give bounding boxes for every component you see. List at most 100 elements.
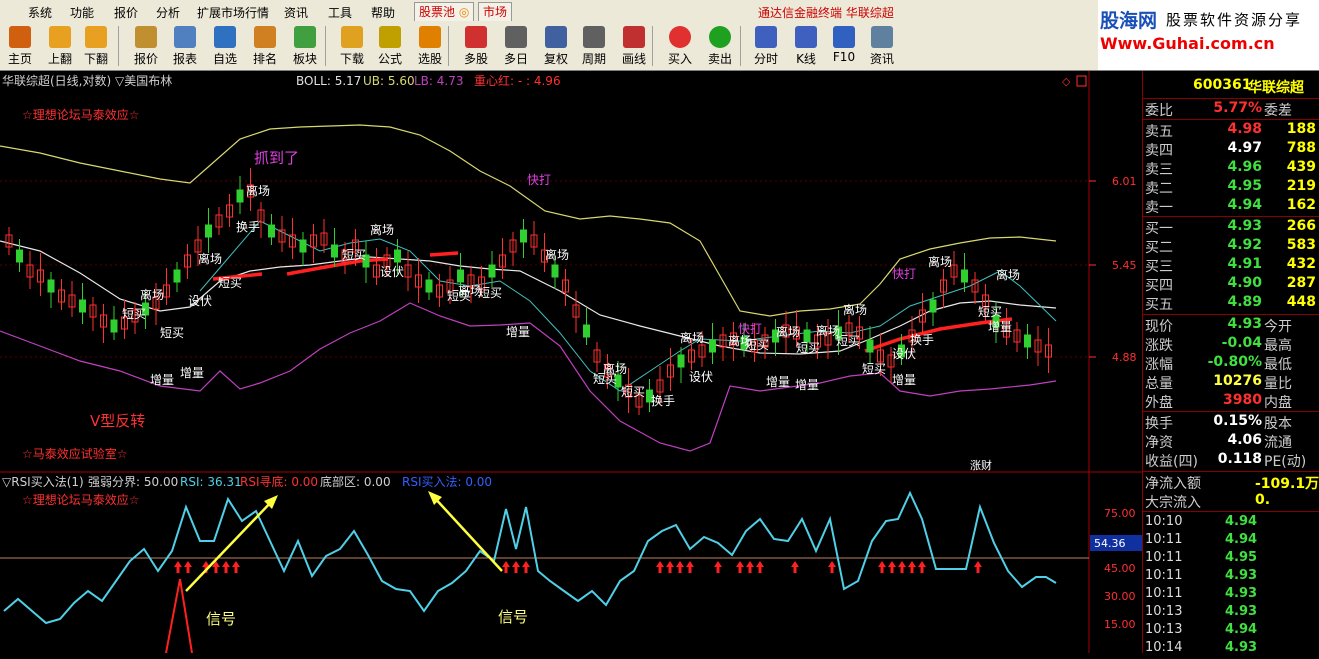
- bid-row[interactable]: 买四 4.90 287: [1143, 275, 1319, 294]
- rsi-title: ▽RSI买入法(1): [2, 475, 84, 489]
- tick-price: 4.95: [1225, 550, 1258, 565]
- candle-body: [110, 319, 118, 333]
- stat-row[interactable]: 涨幅 -0.80% 最低: [1143, 354, 1319, 373]
- menu-system[interactable]: 系统: [28, 4, 52, 21]
- row-volume: 432: [1286, 256, 1316, 272]
- row-volume: 266: [1286, 218, 1316, 234]
- row-price: 4.06: [1227, 432, 1262, 448]
- toolbar-button-2[interactable]: 上翻: [40, 24, 80, 68]
- candle-body: [866, 339, 874, 353]
- candle-body: [394, 249, 401, 263]
- candle-body: [457, 269, 464, 283]
- ask-row[interactable]: 卖三 4.96 439: [1143, 159, 1319, 178]
- menu-tools[interactable]: 工具: [328, 4, 352, 21]
- row-label: 买四: [1145, 278, 1173, 294]
- pattern-label: 离场: [246, 183, 270, 198]
- toolbar-button-label: 周期: [581, 52, 606, 66]
- row-label: 涨幅: [1145, 357, 1173, 373]
- pattern-label: 换手: [910, 333, 934, 347]
- toolbar-button-9[interactable]: 下载: [332, 24, 372, 68]
- toolbar-button-17[interactable]: 买入: [660, 24, 700, 68]
- row-volume: 439: [1286, 159, 1316, 175]
- row-label: 净资: [1145, 435, 1173, 451]
- bid-row[interactable]: 买三 4.91 432: [1143, 256, 1319, 275]
- toolbar-button-8[interactable]: 板块: [285, 24, 325, 68]
- diamond-icon[interactable]: ◇: [1062, 75, 1071, 88]
- rsi-tick: 30.00: [1104, 590, 1136, 603]
- stat-row[interactable]: 总量 10276 量比: [1143, 373, 1319, 392]
- stat-row[interactable]: 外盘 3980 内盘: [1143, 392, 1319, 411]
- rsi-tick: 75.00: [1104, 507, 1136, 520]
- candle-body: [299, 239, 307, 253]
- toolbar-button-10[interactable]: 公式: [370, 24, 410, 68]
- ask-row[interactable]: 卖五 4.98 188: [1143, 121, 1319, 140]
- watchlist-icon: [214, 26, 236, 48]
- toolbar-button-1[interactable]: 主页: [0, 24, 40, 68]
- toolbar-button-13[interactable]: 多日: [496, 24, 536, 68]
- menu-help[interactable]: 帮助: [371, 4, 395, 21]
- ask-row[interactable]: 卖四 4.97 788: [1143, 140, 1319, 159]
- tick-time: 10:13: [1145, 604, 1183, 619]
- toolbar-button-6[interactable]: 自选: [205, 24, 245, 68]
- flow-label: 净流入额: [1145, 476, 1201, 492]
- tab-stock-pool[interactable]: 股票池 ◎: [414, 2, 475, 21]
- menu-function[interactable]: 功能: [70, 4, 94, 21]
- flow-value: 0.: [1255, 492, 1271, 508]
- chart-area[interactable]: 华联综超(日线,对数) ▽美国布林 BOLL: 5.17 UB: 5.60 LB…: [0, 71, 1142, 653]
- menu-ext-market[interactable]: 扩展市场行情: [197, 4, 269, 21]
- toolbar-button-3[interactable]: 下翻: [76, 24, 116, 68]
- pattern-label: 短买: [593, 372, 617, 386]
- menu-quote[interactable]: 报价: [114, 4, 138, 21]
- row-price: 4.89: [1227, 294, 1262, 310]
- pattern-label: 短买: [122, 307, 146, 321]
- tab-market[interactable]: 市场: [478, 2, 513, 21]
- toolbar-button-label: 画线: [621, 52, 646, 66]
- toolbar-button-11[interactable]: 选股: [410, 24, 450, 68]
- row-volume: 162: [1286, 197, 1316, 213]
- stat-row[interactable]: 收益(四) 0.118 PE(动): [1143, 451, 1319, 470]
- pattern-label: 换手: [651, 394, 675, 408]
- logo-brand: 股海网: [1100, 10, 1158, 32]
- toolbar-button-4[interactable]: 报价: [126, 24, 166, 68]
- ask-row[interactable]: 卖二 4.95 219: [1143, 178, 1319, 197]
- row-label: 涨跌: [1145, 338, 1173, 354]
- toolbar-button-21[interactable]: F10: [824, 24, 864, 68]
- candle-body: [205, 224, 212, 238]
- stat-row[interactable]: 换手 0.15% 股本: [1143, 413, 1319, 432]
- toolbar-button-12[interactable]: 多股: [456, 24, 496, 68]
- bid-row[interactable]: 买二 4.92 583: [1143, 237, 1319, 256]
- toolbar-button-19[interactable]: 分时: [746, 24, 786, 68]
- toolbar-button-7[interactable]: 排名: [245, 24, 285, 68]
- menu-info[interactable]: 资讯: [284, 4, 308, 21]
- screener-icon: [419, 26, 441, 48]
- toolbar-button-20[interactable]: K线: [786, 24, 826, 68]
- toolbar-button-14[interactable]: 复权: [536, 24, 576, 68]
- toolbar-button-5[interactable]: 报表: [165, 24, 205, 68]
- stat-row[interactable]: 涨跌 -0.04 最高: [1143, 335, 1319, 354]
- pattern-label: 短买: [342, 248, 366, 262]
- bid-row[interactable]: 买一 4.93 266: [1143, 218, 1319, 237]
- boll-value: BOLL: 5.17: [296, 74, 361, 88]
- toolbar-button-18[interactable]: 卖出: [700, 24, 740, 68]
- toolbar-button-15[interactable]: 周期: [574, 24, 614, 68]
- candle-body: [236, 189, 244, 203]
- candle-body: [173, 269, 181, 283]
- stat-row[interactable]: 净资 4.06 流通: [1143, 432, 1319, 451]
- toolbar-button-22[interactable]: 资讯: [862, 24, 902, 68]
- tick-row: 10:13 4.94: [1143, 622, 1319, 641]
- ask-row[interactable]: 卖一 4.94 162: [1143, 197, 1319, 216]
- toolbar-button-16[interactable]: 画线: [614, 24, 654, 68]
- row-price: 4.98: [1227, 121, 1262, 137]
- formula-icon: [379, 26, 401, 48]
- menu-analysis[interactable]: 分析: [156, 4, 180, 21]
- pattern-label: 离场: [370, 222, 394, 237]
- sector-icon: [294, 26, 316, 48]
- bid-row[interactable]: 买五 4.89 448: [1143, 294, 1319, 313]
- signal-label: 信号: [206, 610, 236, 628]
- news-tag[interactable]: 涨财: [970, 458, 992, 472]
- candle-body: [583, 324, 590, 338]
- pattern-label: 短买: [218, 276, 242, 290]
- toolbar-separator: [325, 26, 326, 66]
- stat-row[interactable]: 现价 4.93 今开: [1143, 316, 1319, 335]
- draw-icon: [623, 26, 645, 48]
